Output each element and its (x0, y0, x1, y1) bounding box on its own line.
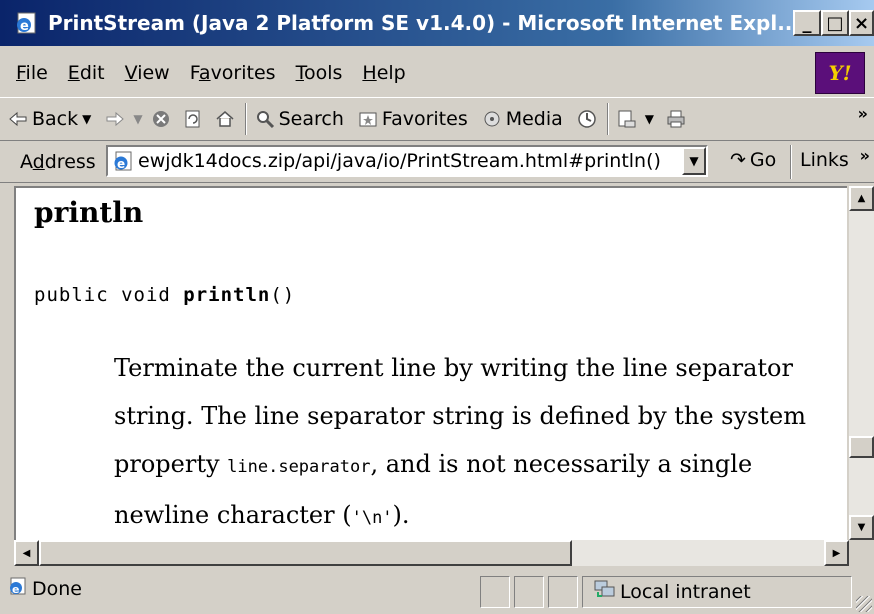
menu-file[interactable]: File (0, 62, 58, 84)
zone-label: Local intranet (620, 580, 751, 603)
stop-button[interactable] (151, 109, 175, 129)
menu-help[interactable]: Help (352, 62, 415, 84)
maximize-button[interactable]: □ (821, 10, 849, 36)
menu-favorites[interactable]: Favorites (180, 62, 286, 84)
address-url[interactable]: ewjdk14docs.zip/api/java/io/PrintStream.… (138, 150, 678, 172)
menu-edit[interactable]: Edit (58, 62, 115, 84)
home-button[interactable] (215, 109, 239, 129)
scrollbar-corner (849, 540, 874, 566)
go-button[interactable]: ↷ Go (730, 149, 776, 171)
address-dropdown-icon[interactable]: ▼ (682, 147, 706, 175)
menu-bar: File Edit View Favorites Tools Help (0, 50, 874, 96)
svg-text:e: e (117, 157, 125, 171)
refresh-button[interactable] (183, 109, 207, 129)
refresh-icon (183, 109, 203, 129)
favorites-icon (358, 109, 378, 129)
svg-text:e: e (12, 583, 19, 596)
method-name: println (183, 284, 271, 306)
toolbar-overflow-chevron[interactable]: » (858, 104, 868, 123)
vertical-scrollbar[interactable]: ▲ ▼ (849, 186, 874, 540)
scroll-up-button[interactable]: ▲ (849, 186, 874, 211)
title-bar[interactable]: e PrintStream (Java 2 Platform SE v1.4.0… (0, 0, 874, 46)
media-icon (482, 109, 502, 129)
status-text-area: e Done (8, 576, 82, 601)
media-label: Media (505, 108, 563, 130)
horizontal-scroll-thumb[interactable] (39, 540, 572, 566)
history-button[interactable] (577, 109, 601, 129)
print-icon (666, 109, 686, 129)
svg-text:e: e (20, 19, 29, 34)
method-heading: println (34, 196, 144, 229)
address-separator (790, 145, 792, 179)
mail-icon (617, 109, 637, 129)
ie-page-icon: e (112, 150, 134, 172)
back-dropdown-icon[interactable]: ▼ (82, 112, 91, 126)
status-pane (480, 576, 510, 608)
mail-button[interactable]: ▼ (617, 109, 654, 129)
ie-page-icon: e (14, 10, 40, 36)
status-pane (514, 576, 544, 608)
standard-toolbar: Back ▼ ▼ Search Favorites Media ▼ (0, 97, 874, 141)
search-button[interactable]: Search (255, 108, 344, 130)
status-pane (548, 576, 578, 608)
forward-arrow-icon (105, 109, 125, 129)
back-arrow-icon (8, 109, 28, 129)
address-input[interactable]: e ewjdk14docs.zip/api/java/io/PrintStrea… (106, 145, 708, 177)
page-content: println public void println() Terminate … (14, 186, 847, 540)
minimize-button[interactable]: _ (793, 10, 821, 36)
menu-tools[interactable]: Tools (286, 62, 353, 84)
vertical-scroll-thumb[interactable] (849, 436, 874, 458)
links-overflow-chevron[interactable]: » (860, 146, 870, 165)
address-label: Address (20, 150, 96, 173)
mail-dropdown-icon[interactable]: ▼ (645, 112, 654, 126)
go-label: Go (749, 149, 777, 171)
search-icon (255, 109, 275, 129)
address-bar: Address e ewjdk14docs.zip/api/java/io/Pr… (0, 141, 874, 183)
scroll-down-button[interactable]: ▼ (849, 515, 874, 540)
favorites-button[interactable]: Favorites (358, 108, 468, 130)
intranet-zone-icon (594, 579, 616, 604)
history-icon (577, 109, 597, 129)
home-icon (215, 109, 235, 129)
inline-code: '\n' (351, 508, 393, 528)
back-label: Back (32, 108, 79, 130)
stop-icon (151, 109, 171, 129)
horizontal-scrollbar[interactable]: ◀ ▶ (14, 540, 849, 566)
status-text: Done (32, 577, 82, 600)
method-signature: public void println() (34, 284, 296, 306)
search-label: Search (278, 108, 344, 130)
media-button[interactable]: Media (482, 108, 563, 130)
yahoo-logo[interactable]: Y! (815, 52, 865, 94)
resize-grip[interactable] (856, 596, 872, 612)
status-bar: e Done Local intranet (0, 570, 874, 614)
window-title: PrintStream (Java 2 Platform SE v1.4.0) … (48, 11, 800, 35)
go-arrow-icon: ↷ (730, 149, 746, 171)
forward-dropdown-icon[interactable]: ▼ (133, 112, 142, 126)
method-description: Terminate the current line by writing th… (114, 354, 806, 529)
print-button[interactable] (666, 109, 690, 129)
security-zone: Local intranet (594, 579, 751, 604)
back-button[interactable]: Back ▼ (8, 108, 91, 130)
favorites-label: Favorites (381, 108, 468, 130)
links-button[interactable]: Links (800, 149, 849, 171)
scroll-left-button[interactable]: ◀ (14, 540, 39, 566)
menu-view[interactable]: View (115, 62, 180, 84)
toolbar-separator (606, 103, 609, 135)
ie-page-icon: e (8, 576, 28, 601)
inline-code: line.separator (227, 457, 371, 477)
close-button[interactable]: × (849, 10, 874, 36)
toolbar-separator (244, 103, 247, 135)
scroll-right-button[interactable]: ▶ (824, 540, 849, 566)
forward-button[interactable]: ▼ (105, 109, 143, 129)
